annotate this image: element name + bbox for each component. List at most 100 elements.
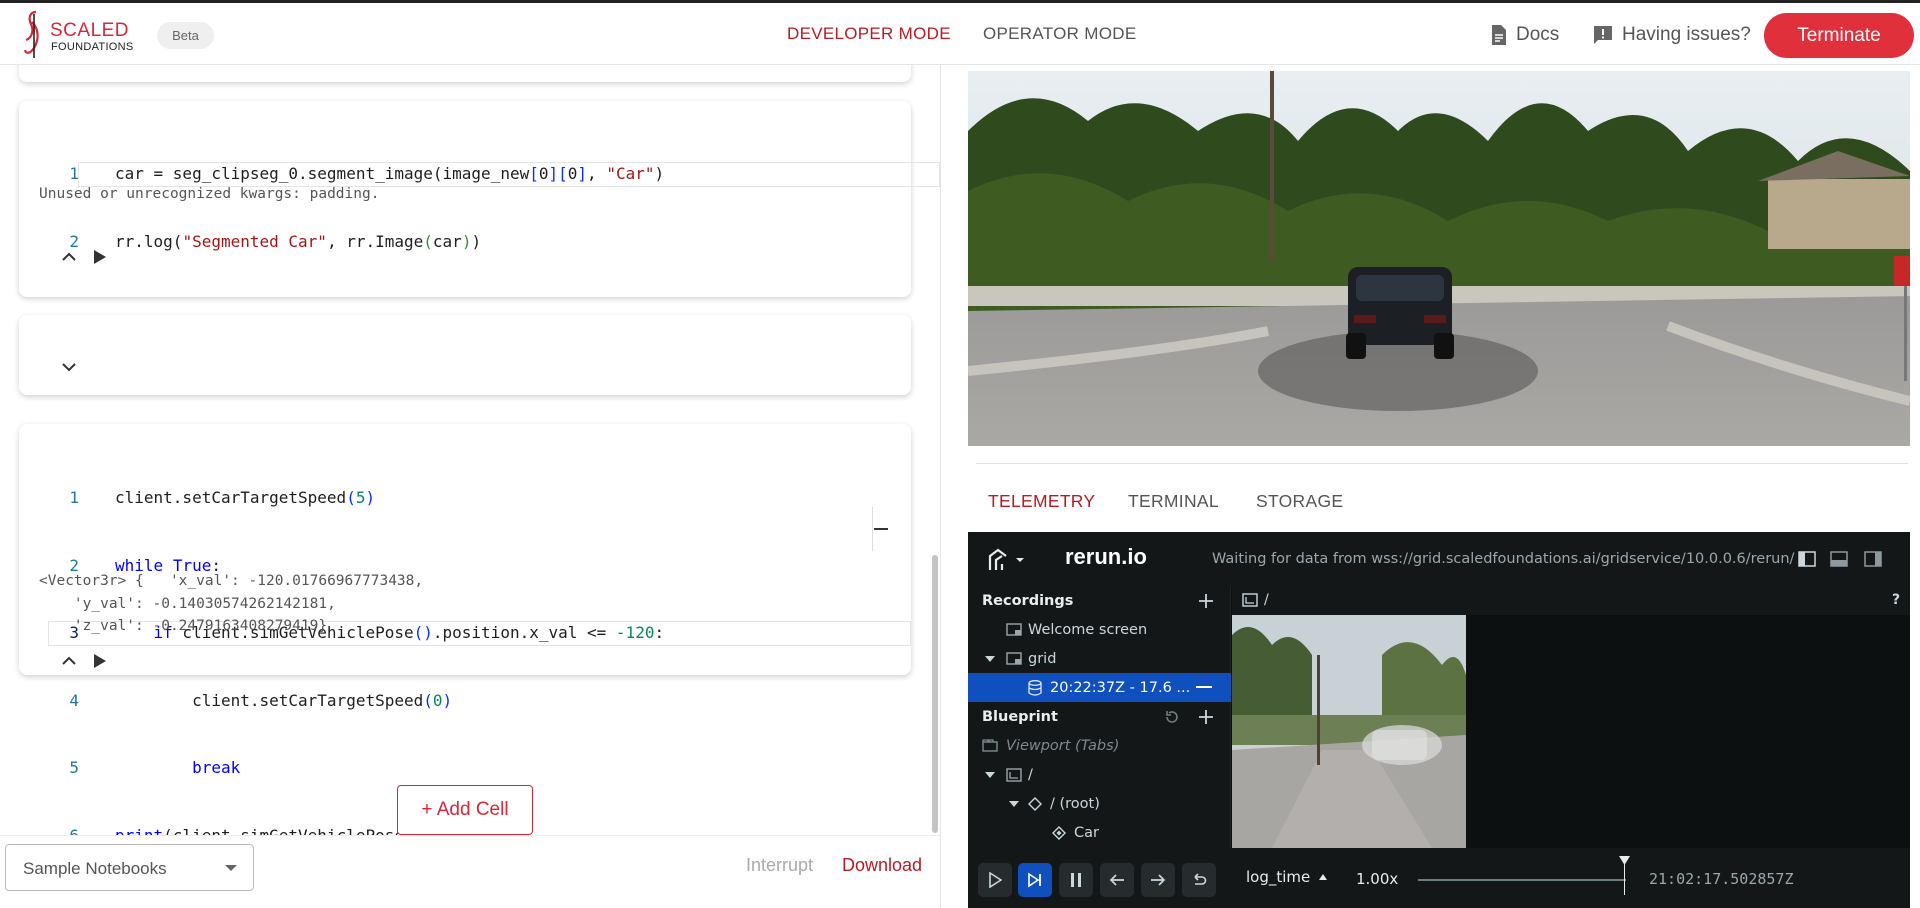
entity-root-item[interactable]: / (root) [968,789,1231,818]
entity-group-icon [1028,796,1042,811]
blueprint-label: Blueprint [982,708,1058,725]
collapse-up-icon[interactable] [58,246,80,268]
rerun-logo-icon[interactable] [988,548,1028,572]
loop-button[interactable] [1182,863,1216,897]
pause-button[interactable] [1059,863,1093,897]
follow-button[interactable] [1018,863,1052,897]
step-back-button[interactable] [1100,863,1134,897]
interrupt-button[interactable]: Interrupt [746,855,813,876]
sample-notebooks-select[interactable]: Sample Notebooks [5,844,254,891]
feedback-icon [1594,26,1612,44]
play-icon [989,872,1002,888]
time-cursor-handle[interactable] [1619,856,1630,866]
tab-telemetry[interactable]: TELEMETRY [988,491,1095,512]
viewport-label: Viewport (Tabs) [1006,737,1120,754]
notebook-cell-collapsed[interactable] [19,315,911,395]
tab-storage[interactable]: STORAGE [1256,491,1343,512]
sample-notebooks-value: Sample Notebooks [23,859,167,878]
code-line[interactable]: 2 rr.log("Segmented Car", rr.Image(car)) [49,231,879,254]
notebook-pane: 1 car = seg_clipseg_0.segment_image(imag… [0,65,940,835]
brand-logo[interactable]: SCALED FOUNDATIONS [22,8,140,62]
operator-mode-tab[interactable]: OPERATOR MODE [983,24,1136,44]
having-issues-label: Having issues? [1622,24,1751,45]
welcome-label: Welcome screen [1028,621,1148,638]
having-issues-link[interactable]: Having issues? [1592,22,1751,48]
terminate-button[interactable]: Terminate [1764,13,1914,58]
docs-label: Docs [1516,24,1560,45]
arrow-right-icon [1151,874,1166,886]
docs-link[interactable]: Docs [1490,22,1559,48]
line-number: 4 [69,690,79,710]
tab-terminal[interactable]: TERMINAL [1128,491,1219,512]
entity-icon [1052,825,1066,840]
remove-recording-icon[interactable] [1196,686,1212,688]
entity-root-label: / (root) [1050,795,1100,812]
code-text: break [192,758,241,777]
output-line: <Vector3r> { 'x_val': -120.0176696777343… [39,573,424,589]
viewport-item[interactable]: Viewport (Tabs) [968,731,1231,760]
entity-car-item[interactable]: Car [968,818,1231,847]
code-text: client.setCarTargetSpeed(0) [115,690,453,710]
window-icon [1006,652,1022,665]
recording-app-grid[interactable]: grid [968,644,1231,673]
run-cell-icon[interactable] [89,650,111,672]
notebook-cell-previous[interactable] [19,65,911,82]
step-forward-button[interactable] [1141,863,1175,897]
download-button[interactable]: Download [842,855,922,876]
notebook-cell-drive[interactable]: 1 client.setCarTargetSpeed(5) 2 while Tr… [19,424,911,835]
code-editor[interactable]: 1 client.setCarTargetSpeed(5) 2 while Tr… [48,442,911,836]
code-line[interactable]: 1 client.setCarTargetSpeed(5) [49,487,910,510]
play-follow-icon [1028,872,1041,888]
pause-icon [1071,873,1081,887]
add-recording-icon[interactable] [1198,593,1214,609]
code-line[interactable]: 5 break [49,757,910,780]
collapse-up-icon[interactable] [58,650,80,672]
space-view-item[interactable]: / [968,760,1231,789]
right-panel-toggle-icon[interactable] [1864,551,1882,567]
tabs-icon [982,739,998,752]
code-editor[interactable]: 1 car = seg_clipseg_0.segment_image(imag… [49,118,940,298]
top-header: SCALED FOUNDATIONS Beta DEVELOPER MODE O… [0,0,1920,65]
bottom-panel-toggle-icon[interactable] [1830,551,1848,567]
recordings-header: Recordings [968,586,1231,615]
camera-feed-image [968,71,1910,446]
notebook-scrollbar[interactable] [932,555,938,833]
pane-divider[interactable] [940,65,941,908]
playback-speed[interactable]: 1.00x [1356,870,1398,888]
window-icon [1006,623,1022,636]
tree-expanded-icon[interactable] [1008,799,1020,809]
spatial-2d-icon [1242,593,1258,607]
caret-up-icon [1319,874,1328,880]
notebook-cell-segment[interactable]: 1 car = seg_clipseg_0.segment_image(imag… [19,101,940,298]
add-view-icon[interactable] [1198,709,1214,725]
expand-down-icon[interactable] [58,356,80,378]
developer-mode-tab[interactable]: DEVELOPER MODE [787,24,951,44]
line-number: 6 [69,825,79,836]
help-icon[interactable]: ? [1892,592,1900,608]
blueprint-header: Blueprint [968,702,1231,731]
current-time: 21:02:17.502857Z [1649,870,1794,888]
recording-item-selected[interactable]: 20:22:37Z - 17.6 ... [968,673,1231,702]
run-cell-icon[interactable] [89,246,111,268]
reset-blueprint-icon[interactable] [1164,709,1180,725]
logo-mark-icon [23,10,39,58]
grid-label: grid [1028,650,1057,667]
timeline-selector[interactable]: log_time [1246,868,1328,886]
time-scrubber-track[interactable] [1418,879,1626,881]
tree-expanded-icon[interactable] [984,770,996,780]
editor-ruler [872,507,873,551]
add-cell-button[interactable]: + Add Cell [397,785,533,835]
rerun-viewport: / ? [1232,586,1910,848]
left-panel-toggle-icon[interactable] [1798,551,1816,567]
recording-label: 20:22:37Z - 17.6 ... [1050,679,1191,696]
code-text: rr.log("Segmented Car", rr.Image(car)) [115,231,482,251]
recording-welcome-screen[interactable]: Welcome screen [968,615,1231,644]
rerun-viewer: rerun.io Waiting for data from wss://gri… [968,532,1910,908]
connection-status: Waiting for data from wss://grid.scaledf… [1212,551,1795,567]
space-view-tab[interactable]: / ? [1232,586,1910,615]
segmented-car-image[interactable] [1232,615,1466,848]
code-line[interactable]: 4 client.setCarTargetSpeed(0) [49,690,910,713]
notebook-footer: Sample Notebooks Interrupt Download [0,835,940,908]
play-button[interactable] [978,863,1012,897]
tree-expanded-icon[interactable] [984,654,996,664]
